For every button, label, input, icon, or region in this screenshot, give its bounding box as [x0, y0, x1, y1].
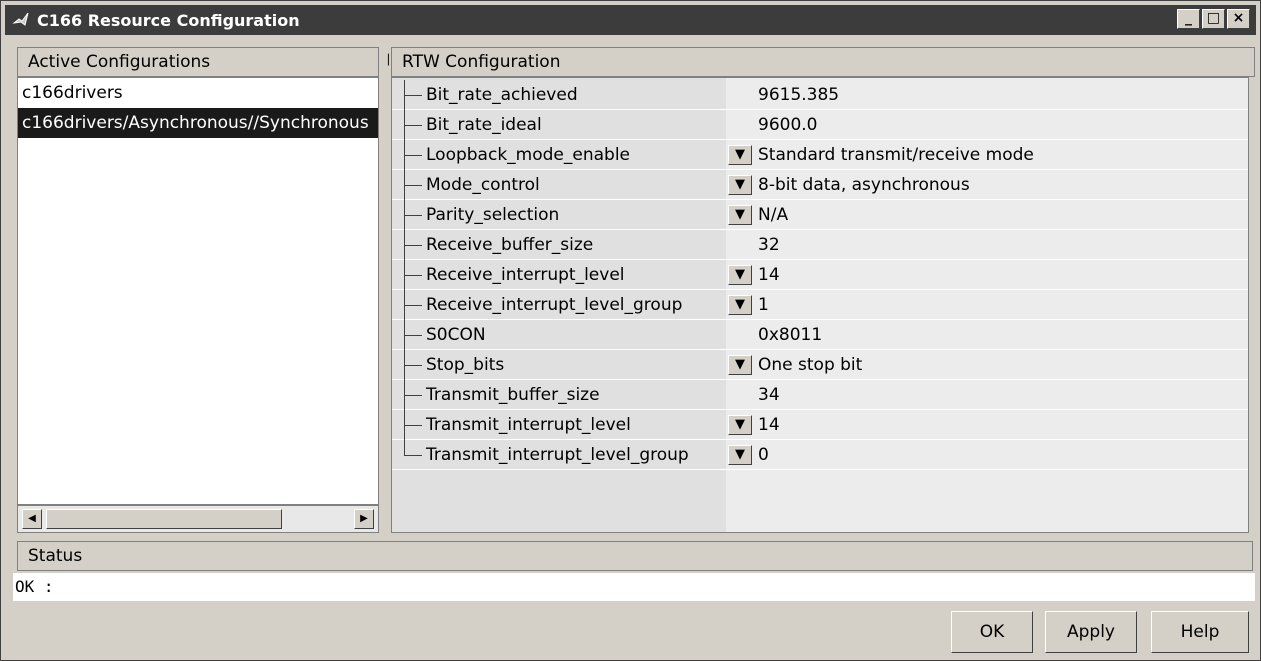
property-value[interactable]: 9600.0	[758, 110, 817, 140]
property-name: Bit_rate_achieved	[426, 85, 578, 105]
property-value[interactable]: 14	[758, 410, 780, 440]
tree-connector	[404, 440, 424, 470]
active-configurations-header: Active Configurations	[17, 47, 379, 77]
property-name: Receive_interrupt_level_group	[426, 295, 683, 315]
property-name: Loopback_mode_enable	[426, 145, 630, 165]
property-name: Receive_buffer_size	[426, 235, 594, 255]
splitter-grip-icon: ▕	[381, 55, 389, 66]
dropdown-arrow-icon[interactable]: ▼	[728, 145, 752, 165]
property-value[interactable]: 14	[758, 260, 780, 290]
property-value[interactable]: 0x8011	[758, 320, 822, 350]
panel-splitter[interactable]: ▕	[381, 47, 389, 533]
property-value[interactable]: 32	[758, 230, 780, 260]
dropdown-arrow-icon[interactable]: ▼	[728, 175, 752, 195]
property-value[interactable]: N/A	[758, 200, 788, 230]
property-row[interactable]: Bit_rate_ideal 9600.0	[392, 110, 1248, 140]
scroll-left-icon[interactable]: ◀	[22, 509, 42, 529]
tree-connector	[404, 200, 424, 230]
dropdown-arrow-icon[interactable]: ▼	[728, 355, 752, 375]
dropdown-arrow-icon[interactable]: ▼	[728, 205, 752, 225]
list-item[interactable]: c166drivers	[18, 78, 378, 108]
tree-connector	[404, 110, 424, 140]
property-row[interactable]: Receive_interrupt_level ▼ 14	[392, 260, 1248, 290]
ok-button[interactable]: OK	[951, 611, 1033, 653]
property-value[interactable]: 9615.385	[758, 80, 839, 110]
property-name: Stop_bits	[426, 355, 505, 375]
dropdown-arrow-icon[interactable]: ▼	[728, 415, 752, 435]
apply-button[interactable]: Apply	[1045, 611, 1137, 653]
property-row[interactable]: Receive_interrupt_level_group ▼ 1	[392, 290, 1248, 320]
tree-connector	[404, 290, 424, 320]
dropdown-arrow-icon[interactable]: ▼	[728, 295, 752, 315]
property-value[interactable]: 0	[758, 440, 769, 470]
rtw-configuration-header: RTW Configuration	[391, 47, 1255, 77]
tree-connector	[404, 230, 424, 260]
property-value[interactable]: 8-bit data, asynchronous	[758, 170, 970, 200]
property-name: Transmit_buffer_size	[426, 385, 600, 405]
property-row[interactable]: Transmit_buffer_size 34	[392, 380, 1248, 410]
property-name: Receive_interrupt_level	[426, 265, 625, 285]
property-row[interactable]: S0CON 0x8011	[392, 320, 1248, 350]
property-name: Mode_control	[426, 175, 540, 195]
property-name: Transmit_interrupt_level	[426, 415, 631, 435]
title-bar[interactable]: C166 Resource Configuration _ □ ×	[5, 5, 1256, 35]
status-text: OK :	[13, 573, 1255, 601]
dropdown-arrow-icon[interactable]: ▼	[728, 445, 752, 465]
configurations-list[interactable]: c166drivers c166drivers/Asynchronous//Sy…	[17, 77, 379, 505]
property-row[interactable]: Parity_selection ▼ N/A	[392, 200, 1248, 230]
property-name: Parity_selection	[426, 205, 560, 225]
maximize-button[interactable]: □	[1202, 9, 1225, 29]
scroll-right-icon[interactable]: ▶	[354, 509, 374, 529]
scroll-thumb[interactable]	[46, 509, 282, 529]
matlab-icon	[11, 10, 31, 30]
property-row[interactable]: Transmit_interrupt_level_group ▼ 0	[392, 440, 1248, 470]
property-row[interactable]: Stop_bits ▼ One stop bit	[392, 350, 1248, 380]
dropdown-arrow-icon[interactable]: ▼	[728, 265, 752, 285]
minimize-button[interactable]: _	[1177, 9, 1200, 29]
tree-connector	[404, 410, 424, 440]
tree-connector	[404, 170, 424, 200]
tree-connector	[404, 260, 424, 290]
help-button[interactable]: Help	[1151, 611, 1249, 653]
property-value[interactable]: Standard transmit/receive mode	[758, 140, 1034, 170]
property-name: Bit_rate_ideal	[426, 115, 542, 135]
property-name: S0CON	[426, 325, 486, 345]
tree-connector	[404, 380, 424, 410]
horizontal-scrollbar[interactable]: ◀ ▶	[17, 505, 379, 533]
property-name: Transmit_interrupt_level_group	[426, 445, 689, 465]
tree-connector	[404, 350, 424, 380]
property-row[interactable]: Mode_control ▼ 8-bit data, asynchronous	[392, 170, 1248, 200]
property-row[interactable]: Bit_rate_achieved 9615.385	[392, 80, 1248, 110]
list-item[interactable]: c166drivers/Asynchronous//Synchronous	[18, 108, 378, 138]
property-value[interactable]: 34	[758, 380, 780, 410]
property-row[interactable]: Loopback_mode_enable ▼ Standard transmit/r…	[392, 140, 1248, 170]
window-title: C166 Resource Configuration	[37, 10, 300, 30]
property-table: Bit_rate_achieved 9615.385 Bit_rate_ideal 9…	[391, 77, 1249, 533]
property-value[interactable]: 1	[758, 290, 769, 320]
tree-connector	[404, 320, 424, 350]
tree-connector	[404, 80, 424, 110]
status-header: Status	[17, 541, 1253, 571]
close-button[interactable]: ×	[1227, 9, 1250, 29]
property-row[interactable]: Receive_buffer_size 32	[392, 230, 1248, 260]
config-window: C166 Resource Configuration _ □ × Active…	[0, 0, 1261, 661]
property-value[interactable]: One stop bit	[758, 350, 862, 380]
tree-connector	[404, 140, 424, 170]
property-row[interactable]: Transmit_interrupt_level ▼ 14	[392, 410, 1248, 440]
